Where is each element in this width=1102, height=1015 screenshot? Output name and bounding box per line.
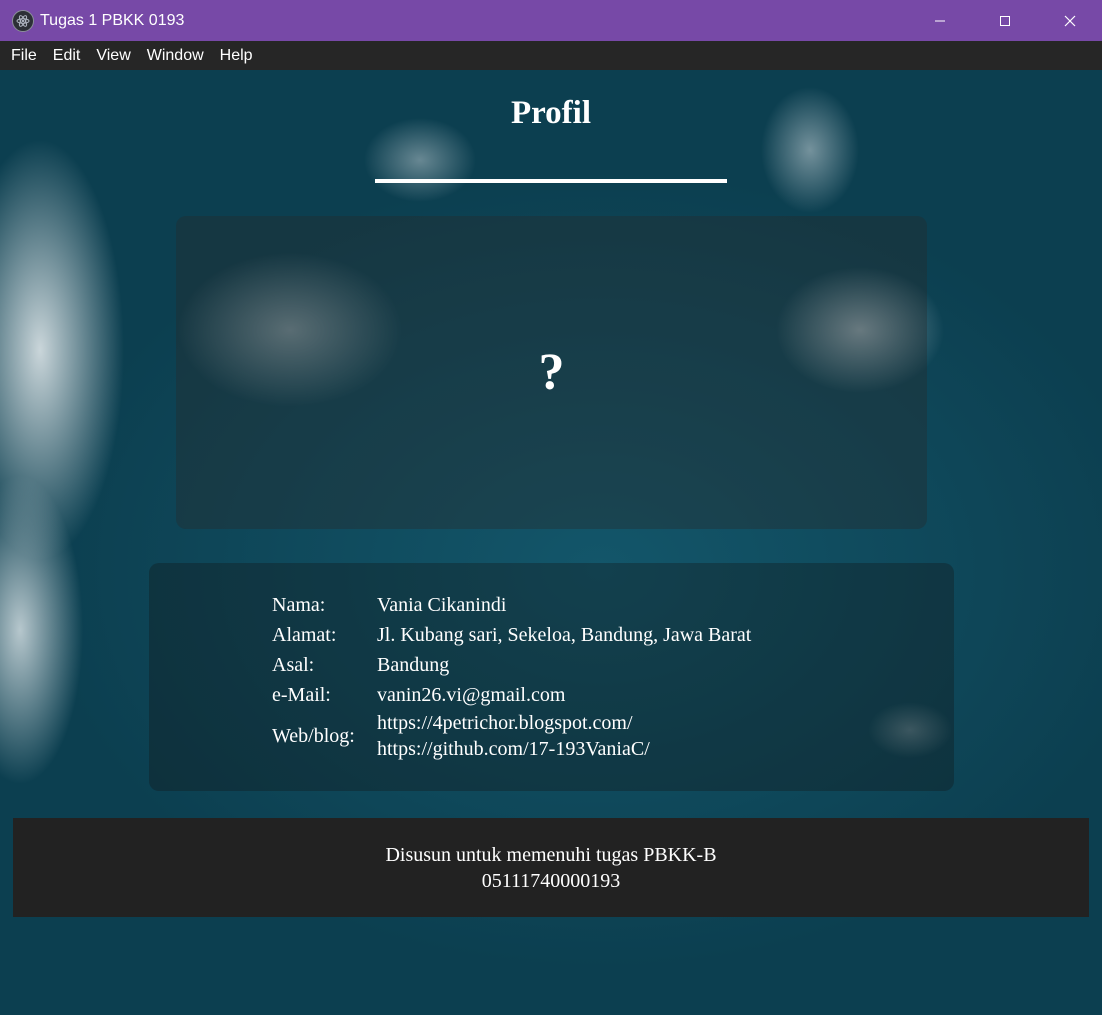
maximize-icon [999, 15, 1010, 26]
web-link-github: https://github.com/17-193VaniaC/ [377, 738, 650, 760]
name-value: Vania Cikanindi [377, 594, 507, 616]
title-divider [375, 179, 727, 183]
info-row-web: Web/blog: https://4petrichor.blogspot.co… [268, 710, 755, 762]
menu-view[interactable]: View [88, 41, 138, 70]
info-row-email: e-Mail: vanin26.vi@gmail.com [268, 680, 755, 710]
minimize-icon [934, 20, 945, 21]
origin-value: Bandung [377, 654, 450, 676]
close-button[interactable] [1037, 0, 1102, 41]
name-label: Nama: [272, 594, 326, 616]
profile-photo-box: ? [176, 216, 927, 529]
electron-app-icon [12, 9, 34, 32]
origin-label: Asal: [272, 654, 315, 676]
footer: Disusun untuk memenuhi tugas PBKK-B 0511… [13, 818, 1089, 917]
web-label: Web/blog: [272, 725, 355, 747]
maximize-button[interactable] [972, 0, 1037, 41]
profile-info-table: Nama: Vania Cikanindi Alamat: Jl. Kubang… [268, 590, 755, 762]
email-value: vanin26.vi@gmail.com [377, 684, 566, 706]
photo-placeholder: ? [538, 344, 565, 401]
page-title: Profil [510, 95, 592, 131]
window-controls [907, 0, 1102, 41]
window-titlebar: Tugas 1 PBKK 0193 [0, 0, 1102, 41]
web-values: https://4petrichor.blogspot.com/ https:/… [373, 710, 755, 762]
minimize-button[interactable] [907, 0, 972, 41]
menu-window[interactable]: Window [139, 41, 212, 70]
info-row-name: Nama: Vania Cikanindi [268, 590, 755, 620]
menu-help[interactable]: Help [212, 41, 261, 70]
info-row-origin: Asal: Bandung [268, 650, 755, 680]
menu-bar: File Edit View Window Help [0, 41, 1102, 70]
menu-file[interactable]: File [0, 41, 45, 70]
web-link-blog: https://4petrichor.blogspot.com/ [377, 712, 633, 734]
window-title: Tugas 1 PBKK 0193 [40, 11, 185, 29]
menu-edit[interactable]: Edit [45, 41, 89, 70]
footer-line-2: 05111740000193 [481, 869, 621, 892]
email-label: e-Mail: [272, 684, 331, 706]
address-label: Alamat: [272, 624, 337, 646]
address-value: Jl. Kubang sari, Sekeloa, Bandung, Jawa … [377, 624, 752, 646]
info-row-address: Alamat: Jl. Kubang sari, Sekeloa, Bandun… [268, 620, 755, 650]
footer-line-1: Disusun untuk memenuhi tugas PBKK-B [385, 843, 717, 866]
close-icon [1064, 15, 1075, 26]
